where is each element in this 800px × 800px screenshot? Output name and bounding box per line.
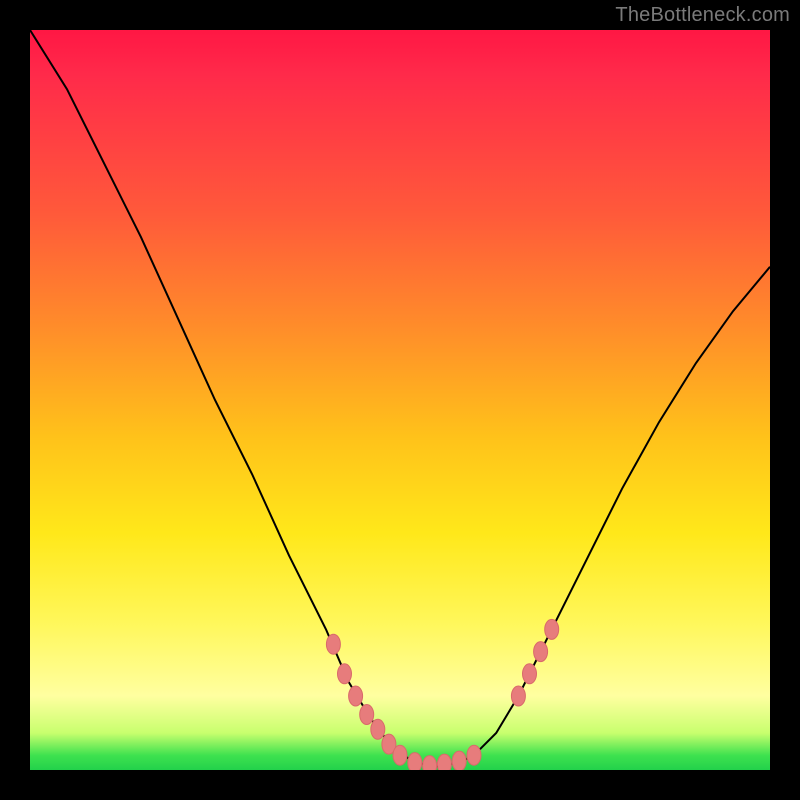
curve-marker	[423, 756, 437, 770]
curve-marker	[523, 664, 537, 684]
chart-frame: TheBottleneck.com	[0, 0, 800, 800]
curve-marker	[437, 754, 451, 770]
bottleneck-curve	[30, 30, 770, 770]
curve-marker	[534, 642, 548, 662]
curve-marker	[382, 734, 396, 754]
watermark-text: TheBottleneck.com	[615, 4, 790, 27]
curve-marker	[338, 664, 352, 684]
plot-area	[30, 30, 770, 770]
curve-marker	[408, 753, 422, 770]
curve-marker	[452, 751, 466, 770]
curve-marker	[511, 686, 525, 706]
curve-marker	[467, 745, 481, 765]
curve-marker	[371, 719, 385, 739]
curve-marker	[349, 686, 363, 706]
curve-marker	[360, 705, 374, 725]
curve-markers	[326, 619, 558, 770]
curve-path	[30, 30, 770, 766]
curve-marker	[326, 634, 340, 654]
curve-marker	[393, 745, 407, 765]
curve-marker	[545, 619, 559, 639]
